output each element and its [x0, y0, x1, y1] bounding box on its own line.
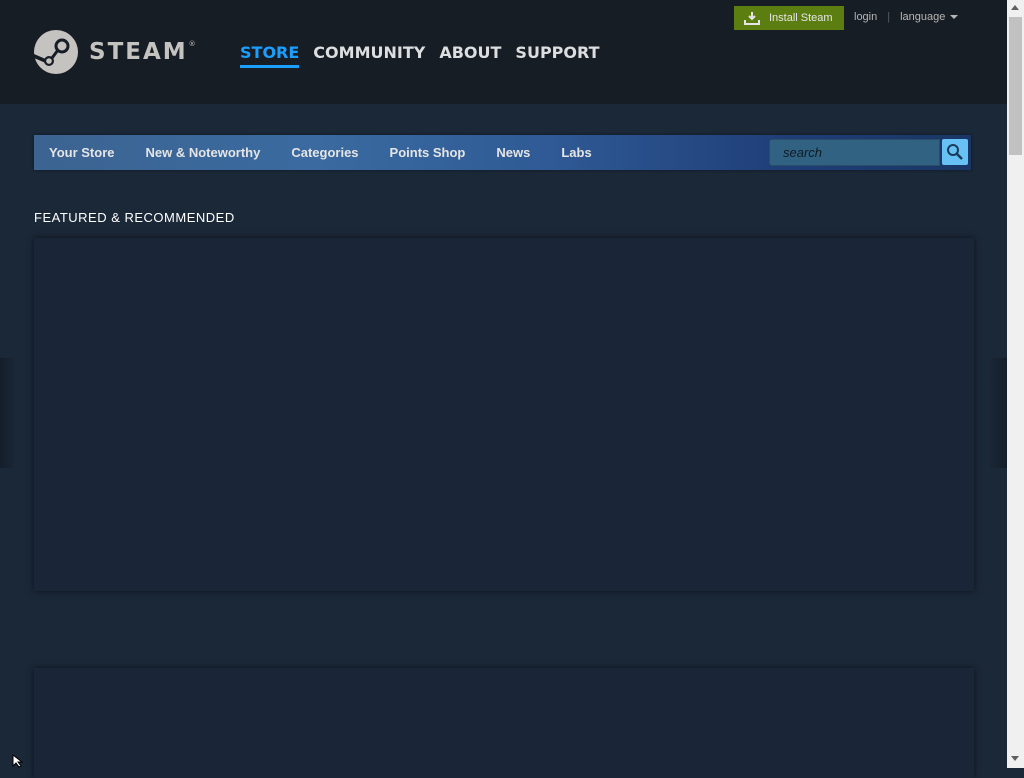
logo-registered-mark: ® [188, 40, 196, 48]
logo-text: STEAM [89, 39, 188, 65]
scroll-up-arrow-icon[interactable] [1011, 5, 1019, 10]
secondary-carousel[interactable] [34, 668, 974, 778]
store-nav-labs[interactable]: Labs [546, 145, 607, 160]
global-header: STEAM ® STORE COMMUNITY ABOUT SUPPORT In… [0, 0, 1007, 104]
nav-community[interactable]: COMMUNITY [313, 43, 425, 68]
store-nav-news[interactable]: News [481, 145, 546, 160]
featured-carousel[interactable] [34, 238, 974, 591]
store-nav-items: Your Store New & Noteworthy Categories P… [34, 135, 607, 170]
search-input[interactable] [770, 140, 943, 165]
store-nav-points-shop[interactable]: Points Shop [374, 145, 481, 160]
steam-logo-icon [34, 30, 78, 74]
install-steam-button[interactable]: Install Steam [734, 6, 844, 30]
install-steam-label: Install Steam [769, 12, 833, 24]
nav-support[interactable]: SUPPORT [515, 43, 599, 68]
scroll-thumb[interactable] [1009, 17, 1022, 155]
page-scrollbar[interactable] [1007, 0, 1024, 768]
login-link[interactable]: login [854, 11, 877, 23]
language-label: language [900, 11, 946, 23]
main-nav: STORE COMMUNITY ABOUT SUPPORT [240, 43, 614, 68]
featured-section-title: FEATURED & RECOMMENDED [34, 210, 235, 225]
top-links: login | language [854, 11, 959, 23]
mouse-cursor-icon [12, 754, 24, 768]
search-button[interactable] [942, 139, 968, 165]
magnifier-icon [947, 144, 963, 160]
store-nav-new-noteworthy[interactable]: New & Noteworthy [130, 145, 276, 160]
store-nav-your-store[interactable]: Your Store [34, 145, 130, 160]
top-links-separator: | [887, 11, 891, 23]
search-box [769, 139, 943, 166]
scroll-down-arrow-icon[interactable] [1011, 756, 1019, 761]
steam-logo[interactable]: STEAM ® [34, 30, 196, 74]
carousel-prev-arrow[interactable] [0, 358, 14, 468]
nav-about[interactable]: ABOUT [439, 43, 501, 68]
store-nav-categories[interactable]: Categories [276, 145, 374, 160]
caret-down-icon [950, 15, 959, 19]
nav-store[interactable]: STORE [240, 43, 300, 68]
language-dropdown[interactable]: language [900, 11, 959, 23]
carousel-next-arrow[interactable] [990, 358, 1007, 468]
store-nav: Your Store New & Noteworthy Categories P… [34, 135, 971, 170]
download-icon [744, 12, 760, 25]
